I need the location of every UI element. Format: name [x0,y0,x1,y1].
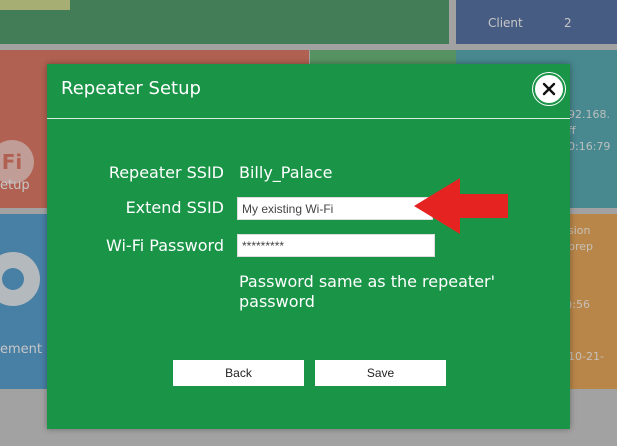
extend-ssid-input[interactable] [237,197,433,220]
repeater-setup-dialog: Repeater Setup Repeater SSID Billy_Palac… [47,64,570,429]
save-button[interactable]: Save [315,360,446,386]
dialog-title: Repeater Setup [61,78,201,99]
repeater-ssid-value: Billy_Palace [239,163,333,182]
extend-ssid-label: Extend SSID [125,198,224,217]
repeater-ssid-label: Repeater SSID [108,163,224,182]
close-button[interactable] [533,73,565,105]
annotation-arrow-icon [414,178,508,234]
wifi-password-label: Wi-Fi Password [106,236,224,255]
close-icon [542,82,556,96]
wifi-password-input[interactable] [237,234,435,257]
back-button[interactable]: Back [173,360,304,386]
password-note: Password same as the repeater' password [239,272,496,311]
title-divider [47,118,570,119]
